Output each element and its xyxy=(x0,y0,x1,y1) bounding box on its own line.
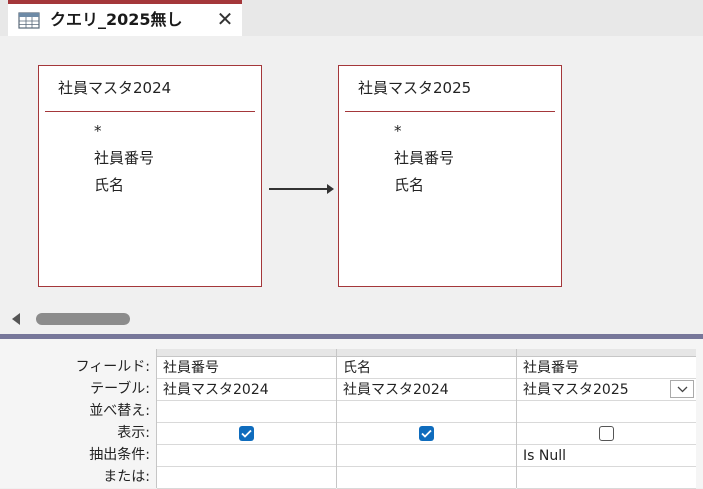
design-grid-column: 氏名 社員マスタ2024 xyxy=(336,349,516,489)
column-selector[interactable] xyxy=(337,349,516,357)
field-cell[interactable]: 社員番号 xyxy=(517,357,696,379)
join-line[interactable] xyxy=(269,188,329,190)
design-grid: フィールド: テーブル: 並べ替え: 表示: 抽出条件: または: 社員番号 社… xyxy=(0,339,703,489)
table-cell[interactable]: 社員マスタ2024 xyxy=(157,379,336,401)
column-selector[interactable] xyxy=(517,349,696,357)
row-label-criteria: 抽出条件: xyxy=(89,447,150,463)
field-list-item[interactable]: 氏名 xyxy=(94,172,154,199)
close-icon[interactable]: ✕ xyxy=(214,7,236,31)
show-checkbox[interactable] xyxy=(599,426,614,441)
row-label-sort: 並べ替え: xyxy=(89,403,150,419)
show-checkbox[interactable] xyxy=(419,426,434,441)
field-list-title[interactable]: 社員マスタ2024 xyxy=(39,66,261,111)
sort-cell[interactable] xyxy=(157,401,336,423)
design-grid-columns: 社員番号 社員マスタ2024 氏名 社員マスタ2024 社員番号 社員マスタ20… xyxy=(156,349,703,489)
row-label-show: 表示: xyxy=(117,425,150,441)
field-list-title[interactable]: 社員マスタ2025 xyxy=(339,66,561,111)
field-list-社員マスタ2024[interactable]: 社員マスタ2024 * 社員番号 氏名 xyxy=(38,65,262,287)
design-grid-column: 社員番号 社員マスタ2024 xyxy=(156,349,336,489)
show-cell xyxy=(517,423,696,445)
field-list-item[interactable]: 社員番号 xyxy=(94,145,154,172)
field-list-item-all[interactable]: * xyxy=(394,118,454,145)
scrollbar-thumb[interactable] xyxy=(36,313,130,325)
field-cell[interactable]: 社員番号 xyxy=(157,357,336,379)
scroll-left-arrow-icon[interactable] xyxy=(12,313,20,325)
criteria-cell[interactable] xyxy=(337,445,516,467)
design-grid-row-labels: フィールド: テーブル: 並べ替え: 表示: 抽出条件: または: xyxy=(0,356,156,488)
criteria-cell[interactable]: Is Null xyxy=(517,445,696,467)
join-arrow-icon xyxy=(327,184,334,194)
document-tab-strip: クエリ_2025無し ✕ xyxy=(0,0,703,36)
or-cell[interactable] xyxy=(157,467,336,489)
table-cell-wrap[interactable]: 社員マスタ2025 xyxy=(517,379,696,401)
field-list-item[interactable]: 氏名 xyxy=(394,172,454,199)
row-label-field: フィールド: xyxy=(75,359,150,375)
query-tab[interactable]: クエリ_2025無し ✕ xyxy=(8,0,242,36)
field-list-item-all[interactable]: * xyxy=(94,118,154,145)
sort-cell[interactable] xyxy=(517,401,696,423)
field-list-item[interactable]: 社員番号 xyxy=(394,145,454,172)
table-cell: 社員マスタ2025 xyxy=(523,382,629,398)
field-list-divider xyxy=(345,111,555,112)
chevron-down-icon[interactable] xyxy=(670,380,694,398)
or-cell[interactable] xyxy=(517,467,696,489)
column-selector[interactable] xyxy=(157,349,336,357)
horizontal-scrollbar[interactable] xyxy=(0,304,703,334)
query-design-icon xyxy=(18,10,40,30)
field-cell[interactable]: 氏名 xyxy=(337,357,516,379)
sort-cell[interactable] xyxy=(337,401,516,423)
row-label-table: テーブル: xyxy=(90,381,150,397)
design-grid-column: 社員番号 社員マスタ2025 Is Null xyxy=(516,349,696,489)
criteria-cell[interactable] xyxy=(157,445,336,467)
or-cell[interactable] xyxy=(337,467,516,489)
show-cell xyxy=(337,423,516,445)
field-list-divider xyxy=(45,111,255,112)
show-cell xyxy=(157,423,336,445)
row-label-or: または: xyxy=(103,469,150,485)
show-checkbox[interactable] xyxy=(239,426,254,441)
field-list-社員マスタ2025[interactable]: 社員マスタ2025 * 社員番号 氏名 xyxy=(338,65,562,287)
query-tab-title: クエリ_2025無し xyxy=(50,10,183,29)
query-design-pane[interactable]: 社員マスタ2024 * 社員番号 氏名 社員マスタ2025 * 社員番号 氏名 xyxy=(0,36,703,304)
table-cell[interactable]: 社員マスタ2024 xyxy=(337,379,516,401)
